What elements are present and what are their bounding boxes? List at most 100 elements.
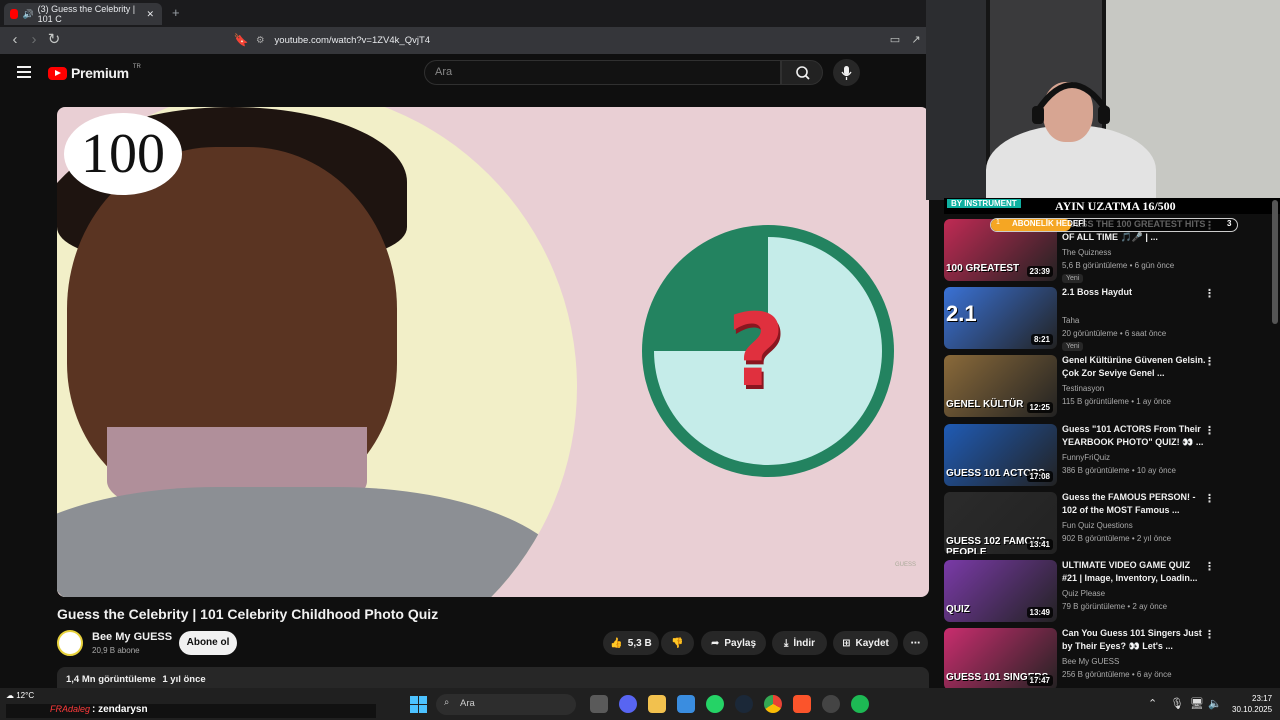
recommended-title[interactable]: Can You Guess 101 Singers Just by Their …	[1062, 627, 1207, 653]
obs-icon[interactable]	[822, 695, 840, 713]
taskbar-search[interactable]: ⌕ Ara	[436, 694, 576, 715]
video-thumbnail[interactable]: 2.1 8:21	[944, 287, 1057, 349]
recommended-video[interactable]: GUESS 101 SINGERS 17:47 Can You Guess 101 …	[944, 628, 1274, 690]
chat-message: : zendarysn	[92, 704, 148, 715]
recommended-channel[interactable]: Testinasyon	[1062, 384, 1104, 393]
recommended-title[interactable]: ULTIMATE VIDEO GAME QUIZ #21 | Image, In…	[1062, 559, 1207, 585]
question-mark: ?	[727, 292, 786, 409]
chrome-icon[interactable]	[764, 695, 782, 713]
discord-icon[interactable]	[619, 695, 637, 713]
recommended-channel[interactable]: Bee My GUESS	[1062, 657, 1119, 666]
video-thumbnail[interactable]: GUESS 102 FAMOUS PEOPLE 13:41	[944, 492, 1057, 554]
more-vertical-icon[interactable]: ⋮	[1204, 287, 1215, 300]
question-number: 100	[64, 113, 182, 195]
file-explorer-icon[interactable]	[648, 695, 666, 713]
recommended-video[interactable]: GUESS 102 FAMOUS PEOPLE 13:41 Guess the FA…	[944, 492, 1274, 554]
volume-icon[interactable]: 🔈	[1208, 697, 1222, 710]
recommended-channel[interactable]: Taha	[1062, 316, 1079, 325]
spotify-icon[interactable]	[851, 695, 869, 713]
more-vertical-icon[interactable]: ⋮	[1204, 628, 1215, 641]
network-icon[interactable]: 🖥	[1190, 697, 1204, 710]
recommended-channel[interactable]: Quiz Please	[1062, 589, 1105, 598]
thumbnail-text: QUIZ	[946, 604, 970, 615]
search-icon	[796, 66, 810, 80]
weather-widget[interactable]: ☁ 12°C	[6, 691, 34, 700]
search-input[interactable]: Ara	[424, 60, 781, 85]
more-vertical-icon[interactable]: ⋮	[1204, 424, 1215, 437]
share-button[interactable]: ➦ Paylaş	[701, 631, 766, 655]
system-clock[interactable]: 23:17 30.10.2025	[1232, 693, 1272, 715]
more-vertical-icon[interactable]: ⋮	[1204, 355, 1215, 368]
forward-arrow-icon[interactable]: ›	[25, 31, 43, 49]
save-button[interactable]: ⊞ Kaydet	[833, 631, 898, 655]
youtube-premium-logo[interactable]: Premium TR	[48, 64, 141, 81]
channel-name[interactable]: Bee My GUESS	[92, 631, 172, 643]
speaker-icon[interactable]: 🔊	[22, 9, 33, 20]
youtube-play-logo-icon	[48, 66, 67, 80]
store-icon[interactable]	[677, 695, 695, 713]
site-info-icon[interactable]: ⚙	[256, 35, 265, 46]
recommended-meta: 5,6 B görüntüleme • 6 gün önce	[1062, 261, 1175, 270]
video-duration: 17:47	[1026, 675, 1053, 686]
upload-age: 1 yıl önce	[162, 674, 206, 685]
close-tab-icon[interactable]: ✕	[146, 9, 154, 20]
recommended-video[interactable]: QUIZ 13:49 ULTIMATE VIDEO GAME QUIZ #21 | …	[944, 560, 1274, 622]
tab-title: (3) Guess the Celebrity | 101 C	[37, 4, 136, 24]
recommended-title[interactable]: Guess the FAMOUS PERSON! - 102 of the MO…	[1062, 491, 1207, 517]
recommended-channel[interactable]: FunnyFriQuiz	[1062, 453, 1110, 462]
recommended-channel[interactable]: Fun Quiz Questions	[1062, 521, 1133, 530]
url-field[interactable]: ⚙ youtube.com/watch?v=1ZV4k_QvjT4	[256, 31, 886, 50]
reload-icon[interactable]: ↻	[45, 31, 63, 49]
tray-mic-icon[interactable]: 🎙	[1170, 697, 1184, 710]
view-count: 1,4 Mn görüntüleme	[66, 674, 156, 685]
windows-start-icon[interactable]	[410, 696, 427, 713]
more-vertical-icon[interactable]: ⋮	[1204, 492, 1215, 505]
thumbnail-text: 2.1	[946, 301, 977, 326]
recommended-title[interactable]: Genel Kültürüne Güvenen Gelsin. Çok Zor …	[1062, 354, 1207, 380]
subscriber-count: 20,9 B abone	[92, 646, 140, 655]
share-page-icon[interactable]: ↗	[907, 31, 925, 49]
recommended-channel[interactable]: The Quizness	[1062, 248, 1111, 257]
video-thumbnail[interactable]: GUESS 101 ACTORS 17:08	[944, 424, 1057, 486]
recommended-title[interactable]: 2.1 Boss Haydut	[1062, 286, 1207, 299]
video-player[interactable]: 100 ? GUESS	[57, 107, 929, 597]
recommended-video[interactable]: GENEL KÜLTÜR 12:25 Genel Kültürüne Güvenen…	[944, 355, 1274, 417]
back-arrow-icon[interactable]: ‹	[6, 31, 24, 49]
brave-icon[interactable]	[793, 695, 811, 713]
menu-icon[interactable]	[17, 66, 31, 78]
recommended-title[interactable]: Guess "101 ACTORS From Their YEARBOOK PH…	[1062, 423, 1207, 449]
subscribe-button[interactable]: Abone ol	[179, 631, 237, 655]
recommended-meta: 79 B görüntüleme • 2 ay önce	[1062, 602, 1168, 611]
video-duration: 13:41	[1026, 539, 1053, 550]
dislike-button[interactable]: 👎	[661, 631, 694, 655]
bookmark-icon[interactable]: 🔖	[232, 31, 250, 49]
thumbnail-text: GENEL KÜLTÜR	[946, 399, 1024, 410]
video-thumbnail[interactable]: GUESS 101 SINGERS 17:47	[944, 628, 1057, 690]
browser-tab[interactable]: 🔊 (3) Guess the Celebrity | 101 C ✕	[4, 3, 162, 25]
cast-icon[interactable]: ▭	[886, 31, 904, 49]
search-icon: ⌕	[444, 697, 450, 708]
video-thumbnail[interactable]: GENEL KÜLTÜR 12:25	[944, 355, 1057, 417]
goal-min: 1	[996, 219, 1000, 226]
more-actions-button[interactable]: ⋯	[903, 631, 928, 655]
headset-icon	[1032, 82, 1110, 124]
voice-search-button[interactable]	[833, 59, 860, 86]
recommended-video[interactable]: GUESS 101 ACTORS 17:08 Guess "101 ACTORS F…	[944, 424, 1274, 486]
search-button[interactable]	[781, 60, 823, 85]
recommended-video[interactable]: 2.1 8:21 2.1 Boss Haydut Taha 20 görüntüleme…	[944, 286, 1274, 351]
whatsapp-icon[interactable]	[706, 695, 724, 713]
video-title: Guess the Celebrity | 101 Celebrity Chil…	[57, 606, 439, 622]
channel-avatar[interactable]	[57, 630, 83, 656]
tray-expand-icon[interactable]: ⌃	[1148, 697, 1157, 710]
like-button[interactable]: 👍 5,3 B	[603, 631, 659, 655]
scrollbar[interactable]	[1272, 200, 1278, 324]
task-view-icon[interactable]	[590, 695, 608, 713]
steam-icon[interactable]	[735, 695, 753, 713]
video-duration: 8:21	[1030, 334, 1053, 345]
new-tab-button[interactable]: +	[172, 5, 180, 20]
more-vertical-icon[interactable]: ⋮	[1204, 560, 1215, 573]
download-button[interactable]: ⤓ İndir	[772, 631, 827, 655]
chat-username: FRAdaleg	[50, 704, 91, 714]
video-thumbnail[interactable]: QUIZ 13:49	[944, 560, 1057, 622]
video-duration: 13:49	[1026, 607, 1053, 618]
